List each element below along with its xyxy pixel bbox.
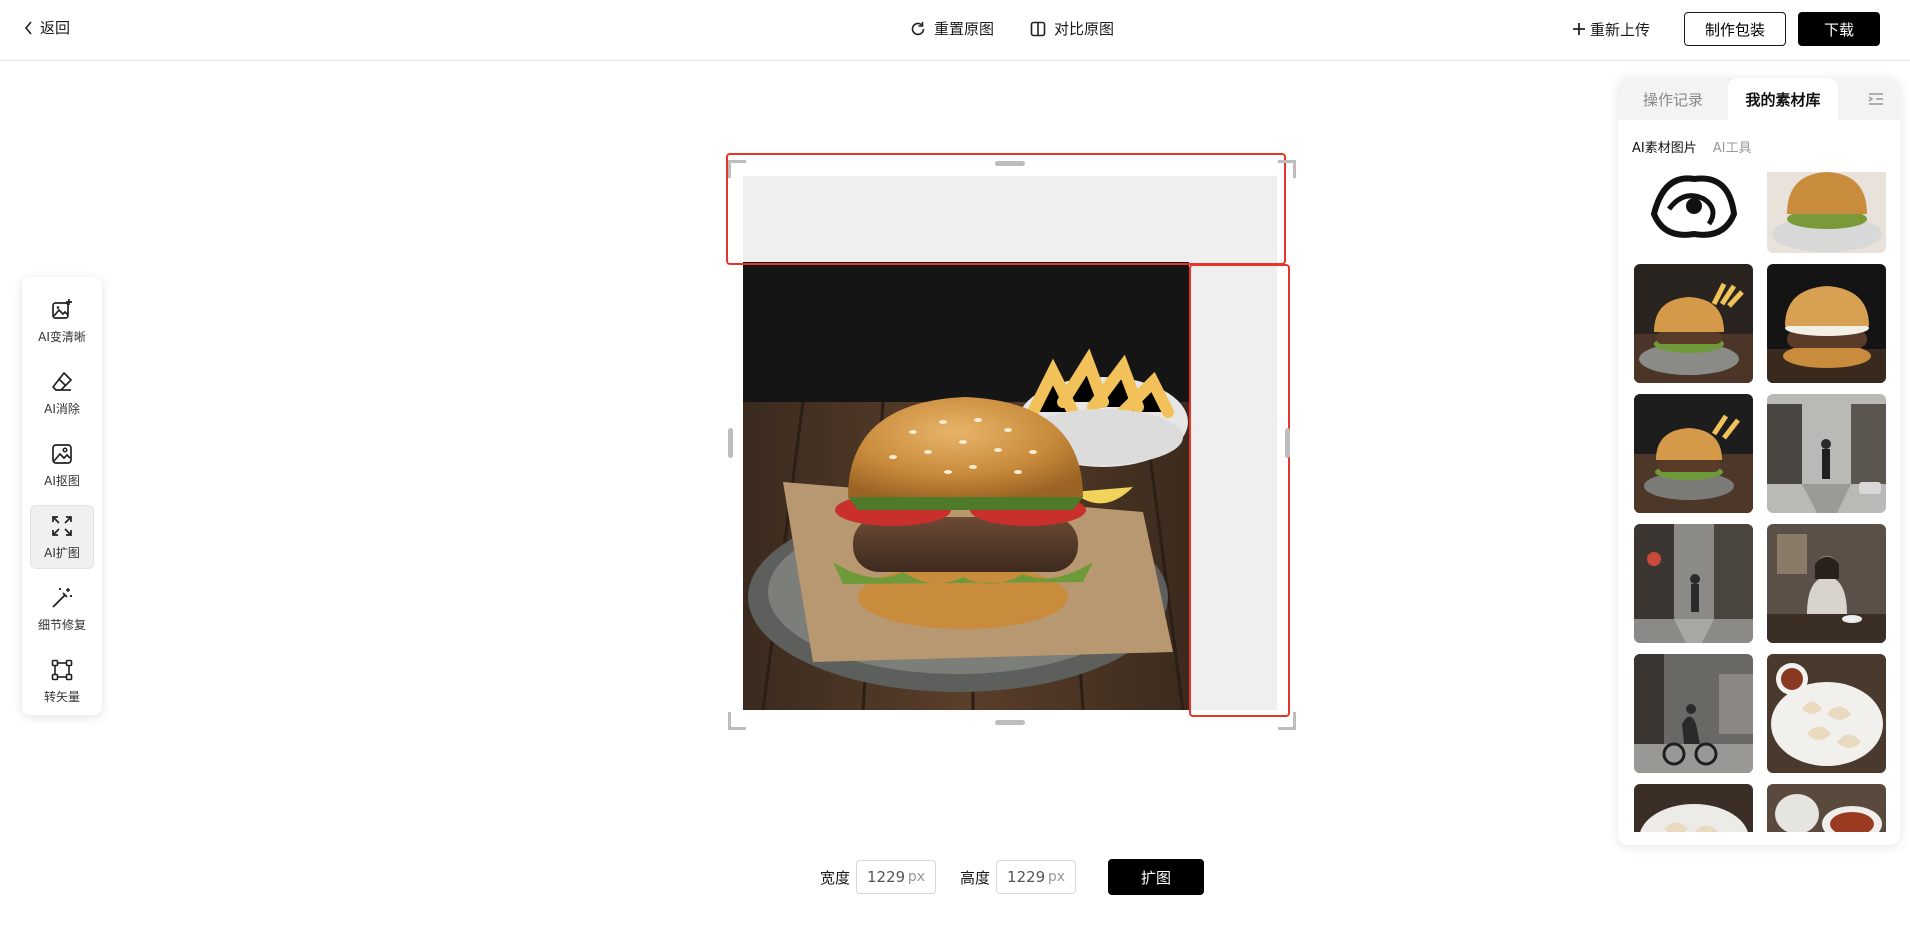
vector-square-icon xyxy=(51,659,73,680)
reset-original-label: 重置原图 xyxy=(934,20,995,38)
eraser-icon xyxy=(52,371,72,391)
resize-handle-bottom[interactable] xyxy=(995,720,1025,725)
back-button[interactable]: 返回 xyxy=(24,17,70,38)
height-input[interactable]: 1229 px xyxy=(996,860,1077,894)
panel-tabs: 操作记录 我的素材库 xyxy=(1618,78,1900,120)
resize-handle-left[interactable] xyxy=(728,428,733,458)
thumbnail[interactable] xyxy=(1634,524,1753,643)
tool-label: AI变清晰 xyxy=(38,329,86,344)
material-panel: 操作记录 我的素材库 AI素材图片 AI工具 xyxy=(1618,78,1900,845)
thumbnail[interactable] xyxy=(1767,172,1886,253)
back-label: 返回 xyxy=(40,19,71,37)
reupload-label: 重新上传 xyxy=(1589,20,1650,39)
thumbnail[interactable] xyxy=(1634,394,1753,513)
tool-label: 细节修复 xyxy=(37,617,86,632)
tab-history[interactable]: 操作记录 xyxy=(1618,78,1728,120)
height-value: 1229 xyxy=(1007,868,1046,886)
width-value: 1229 xyxy=(867,868,906,886)
thumbnail[interactable] xyxy=(1767,264,1886,383)
thumbnail[interactable] xyxy=(1634,172,1753,253)
tool-ai-erase[interactable]: AI消除 xyxy=(30,361,94,425)
tool-detail-repair[interactable]: 细节修复 xyxy=(30,577,94,641)
width-unit: px xyxy=(907,869,926,885)
resize-corner-top-right[interactable] xyxy=(1278,160,1296,178)
subtab-ai-images[interactable]: AI素材图片 xyxy=(1632,137,1697,156)
resize-corner-bottom-right[interactable] xyxy=(1278,712,1296,730)
thumbnail[interactable] xyxy=(1634,264,1753,383)
size-controls: 宽度 1229 px 高度 1229 px 扩图 xyxy=(820,859,1205,895)
thumbnail[interactable] xyxy=(1767,394,1886,513)
thumbnail[interactable] xyxy=(1634,654,1753,773)
tool-label: AI抠图 xyxy=(44,473,80,488)
reset-original-button[interactable]: 重置原图 xyxy=(910,18,994,39)
tool-ai-sharpen[interactable]: AI变清晰 xyxy=(30,289,94,353)
magic-wand-icon xyxy=(52,587,72,608)
expand-icon xyxy=(52,515,72,536)
expand-region-top[interactable] xyxy=(726,153,1286,265)
collapse-panel-button[interactable] xyxy=(1856,78,1896,120)
subtab-ai-tools[interactable]: AI工具 xyxy=(1713,137,1752,156)
make-package-button[interactable]: 制作包装 xyxy=(1683,12,1786,46)
reupload-button[interactable]: 重新上传 xyxy=(1572,19,1650,40)
download-button[interactable]: 下载 xyxy=(1797,12,1880,46)
top-bar: 返回 重置原图 对比原图 重新上传 制作包装 下载 xyxy=(0,0,1910,61)
tool-ai-expand[interactable]: AI扩图 xyxy=(30,505,94,569)
image-cutout-icon xyxy=(52,443,72,464)
refresh-icon xyxy=(911,21,925,35)
compare-icon xyxy=(1030,21,1046,36)
collapse-panel-icon xyxy=(1868,93,1883,105)
resize-handle-right[interactable] xyxy=(1285,428,1290,458)
thumbnail[interactable] xyxy=(1634,784,1753,832)
tool-ai-cutout[interactable]: AI抠图 xyxy=(30,433,94,497)
width-label: 宽度 xyxy=(820,868,851,887)
resize-corner-bottom-left[interactable] xyxy=(728,712,746,730)
burger-image xyxy=(743,262,1189,710)
resize-handle-top[interactable] xyxy=(995,161,1025,166)
center-tools: 重置原图 对比原图 xyxy=(910,18,1114,39)
thumbnail[interactable] xyxy=(1767,524,1886,643)
height-label: 高度 xyxy=(960,868,991,887)
thumbnail-grid xyxy=(1634,172,1886,832)
tool-label: AI扩图 xyxy=(44,545,80,560)
tab-my-library[interactable]: 我的素材库 xyxy=(1728,78,1838,120)
panel-subtabs: AI素材图片 AI工具 xyxy=(1632,137,1751,156)
right-actions: 重新上传 制作包装 下载 xyxy=(1572,12,1880,46)
tool-label: AI消除 xyxy=(44,401,80,416)
width-input[interactable]: 1229 px xyxy=(856,860,937,894)
resize-corner-top-left[interactable] xyxy=(728,160,746,178)
chevron-left-icon xyxy=(24,20,32,35)
compare-original-label: 对比原图 xyxy=(1054,20,1115,38)
thumbnail[interactable] xyxy=(1767,784,1886,832)
plus-icon xyxy=(1572,23,1585,35)
image-sparkle-icon xyxy=(52,298,72,319)
tool-label: 转矢量 xyxy=(43,689,80,704)
expand-region-right[interactable] xyxy=(1189,264,1290,717)
tool-to-vector[interactable]: 转矢量 xyxy=(30,649,94,713)
height-unit: px xyxy=(1047,869,1066,885)
compare-original-button[interactable]: 对比原图 xyxy=(1030,18,1114,39)
left-toolbar: AI变清晰 AI消除 AI抠图 AI扩图 细节修复 转矢量 xyxy=(22,277,102,715)
expand-button[interactable]: 扩图 xyxy=(1108,859,1205,895)
thumbnail[interactable] xyxy=(1767,654,1886,773)
